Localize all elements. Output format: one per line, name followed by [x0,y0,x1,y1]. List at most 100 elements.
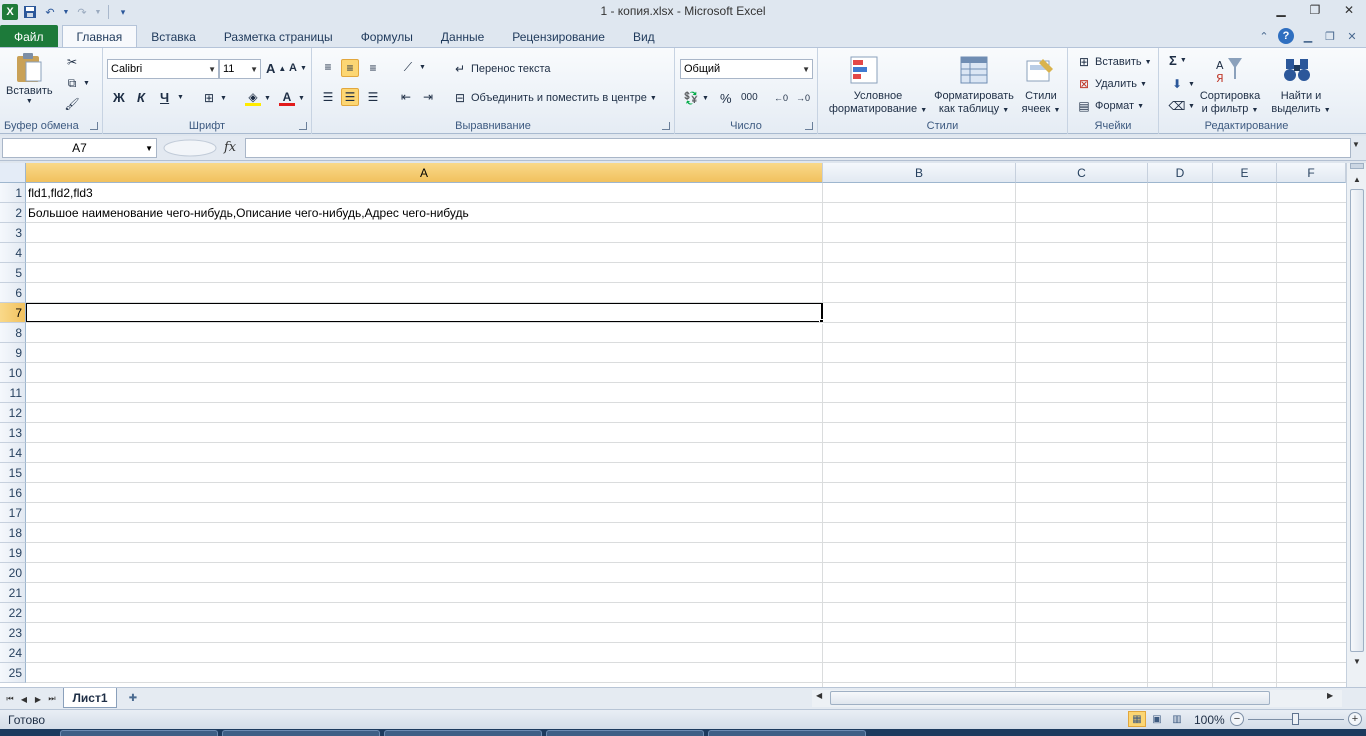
doc-close-icon[interactable]: ✕ [1344,28,1360,44]
taskbar-item[interactable] [384,730,542,736]
scroll-down-icon[interactable]: ▼ [1349,653,1365,669]
split-box[interactable] [1350,163,1364,169]
row-header-1[interactable]: 1 [0,183,26,203]
select-all-corner[interactable] [0,163,26,183]
number-format-combo[interactable]: Общий ▼ [680,59,813,79]
merge-center-button[interactable]: ⊟ Объединить и поместить в центре ▼ [452,90,657,106]
row-header-14[interactable]: 14 [0,443,26,463]
normal-view-icon[interactable]: ▦ [1128,711,1146,727]
horizontal-scrollbar[interactable]: ◀ ▶ [812,690,1342,707]
font-name-combo[interactable]: Calibri ▼ [107,59,219,79]
percent-button[interactable]: % [720,91,732,106]
format-painter-button[interactable]: 🖌 [64,96,80,112]
horizontal-scroll-thumb[interactable] [830,691,1270,705]
tab-insert[interactable]: Вставка [137,25,210,48]
number-launcher-icon[interactable] [805,122,813,130]
expand-formula-bar-icon[interactable]: ▼ [1352,140,1364,156]
sheet-tab-1[interactable]: Лист1 [63,688,117,708]
next-sheet-icon[interactable]: ▶ [32,692,44,706]
minimize-icon[interactable]: ▁ [1264,0,1298,20]
format-as-table-label[interactable]: Форматировать как таблицу ▼ [928,90,1020,117]
italic-button[interactable]: К [137,90,145,105]
insert-cells-button[interactable]: ⊞ Вставить ▼ [1076,54,1152,70]
taskbar-item[interactable] [708,730,866,736]
autosum-button[interactable]: Σ ▼ [1169,53,1187,68]
row-header-20[interactable]: 20 [0,563,26,583]
row-header-5[interactable]: 5 [0,263,26,283]
increase-decimal-button[interactable]: ←0 [773,90,789,106]
row-header-3[interactable]: 3 [0,223,26,243]
clear-button[interactable]: ⌫ ▼ [1169,98,1195,114]
insert-function-icon[interactable]: fx [224,140,236,155]
column-header-f[interactable]: F [1277,163,1346,183]
delete-cells-button[interactable]: ⊠ Удалить ▼ [1076,76,1147,92]
formula-input[interactable] [245,138,1351,158]
close-icon[interactable]: ✕ [1332,0,1366,20]
alignment-launcher-icon[interactable] [662,122,670,130]
paste-dropdown-icon[interactable]: ▼ [26,98,33,105]
font-color-button[interactable]: A ▼ [279,90,305,106]
row-header-10[interactable]: 10 [0,363,26,383]
conditional-formatting-button[interactable] [848,54,880,86]
cell-styles-label[interactable]: Стили ячеек ▼ [1018,90,1064,117]
conditional-formatting-label[interactable]: Условное форматирование ▼ [822,90,934,117]
format-as-table-button[interactable] [958,54,990,86]
scroll-up-icon[interactable]: ▲ [1349,171,1365,187]
align-right-button[interactable]: ☰ [365,89,381,105]
cut-button[interactable]: ✂ [64,54,80,70]
increase-indent-button[interactable]: ⇥ [420,89,436,105]
row-header-6[interactable]: 6 [0,283,26,303]
fill-color-button[interactable]: ◈ ▼ [245,90,271,106]
currency-button[interactable]: 💱 ▼ [683,90,709,106]
row-header-2[interactable]: 2 [0,203,26,223]
restore-icon[interactable]: ❐ [1298,0,1332,20]
zoom-level[interactable]: 100% [1194,713,1225,727]
wrap-text-button[interactable]: ↵ Перенос текста [452,61,551,77]
prev-sheet-icon[interactable]: ◀ [18,692,30,706]
taskbar-item[interactable] [546,730,704,736]
row-header-21[interactable]: 21 [0,583,26,603]
clipboard-launcher-icon[interactable] [90,122,98,130]
tab-file[interactable]: Файл [0,25,58,48]
row-header-24[interactable]: 24 [0,643,26,663]
align-left-button[interactable]: ☰ [320,89,336,105]
name-box[interactable]: A7 ▼ [2,138,157,158]
row-header-11[interactable]: 11 [0,383,26,403]
underline-dropdown-icon[interactable]: ▼ [177,94,184,101]
tab-review[interactable]: Рецензирование [498,25,619,48]
thousands-button[interactable]: 000 [741,92,758,103]
font-size-combo[interactable]: 11 ▼ [219,59,261,79]
column-header-b[interactable]: B [823,163,1016,183]
row-header-22[interactable]: 22 [0,603,26,623]
tab-page-layout[interactable]: Разметка страницы [210,25,347,48]
find-select-button[interactable] [1281,54,1313,86]
decrease-decimal-button[interactable]: →0 [795,90,811,106]
row-header-12[interactable]: 12 [0,403,26,423]
tab-view[interactable]: Вид [619,25,669,48]
format-cells-button[interactable]: ▤ Формат ▼ [1076,98,1144,114]
doc-restore-icon[interactable]: ❐ [1322,28,1338,44]
fill-button[interactable]: ⬇ ▼ [1169,76,1195,92]
row-header-23[interactable]: 23 [0,623,26,643]
align-center-button[interactable]: ☰ [341,88,359,106]
row-header-18[interactable]: 18 [0,523,26,543]
row-header-16[interactable]: 16 [0,483,26,503]
shrink-font-button[interactable]: A ▼ [289,62,307,74]
minimize-ribbon-icon[interactable]: ⌃ [1256,28,1272,44]
row-header-8[interactable]: 8 [0,323,26,343]
taskbar-item[interactable] [60,730,218,736]
orientation-button[interactable]: ⟋ ▼ [400,59,426,75]
row-header-19[interactable]: 19 [0,543,26,563]
sort-filter-button[interactable]: АЯ [1213,54,1245,86]
row-header-17[interactable]: 17 [0,503,26,523]
help-icon[interactable]: ? [1278,28,1294,44]
decrease-indent-button[interactable]: ⇤ [398,89,414,105]
align-bottom-button[interactable]: ≡ [365,60,381,76]
find-select-label[interactable]: Найти и выделить ▼ [1269,90,1333,117]
zoom-in-icon[interactable]: + [1348,712,1362,726]
column-header-e[interactable]: E [1213,163,1277,183]
copy-dropdown-icon[interactable]: ▼ [83,80,90,87]
copy-button[interactable]: ⧉ ▼ [64,75,90,91]
grow-font-button[interactable]: A ▲ [266,61,286,76]
page-break-view-icon[interactable]: ▥ [1168,711,1186,727]
